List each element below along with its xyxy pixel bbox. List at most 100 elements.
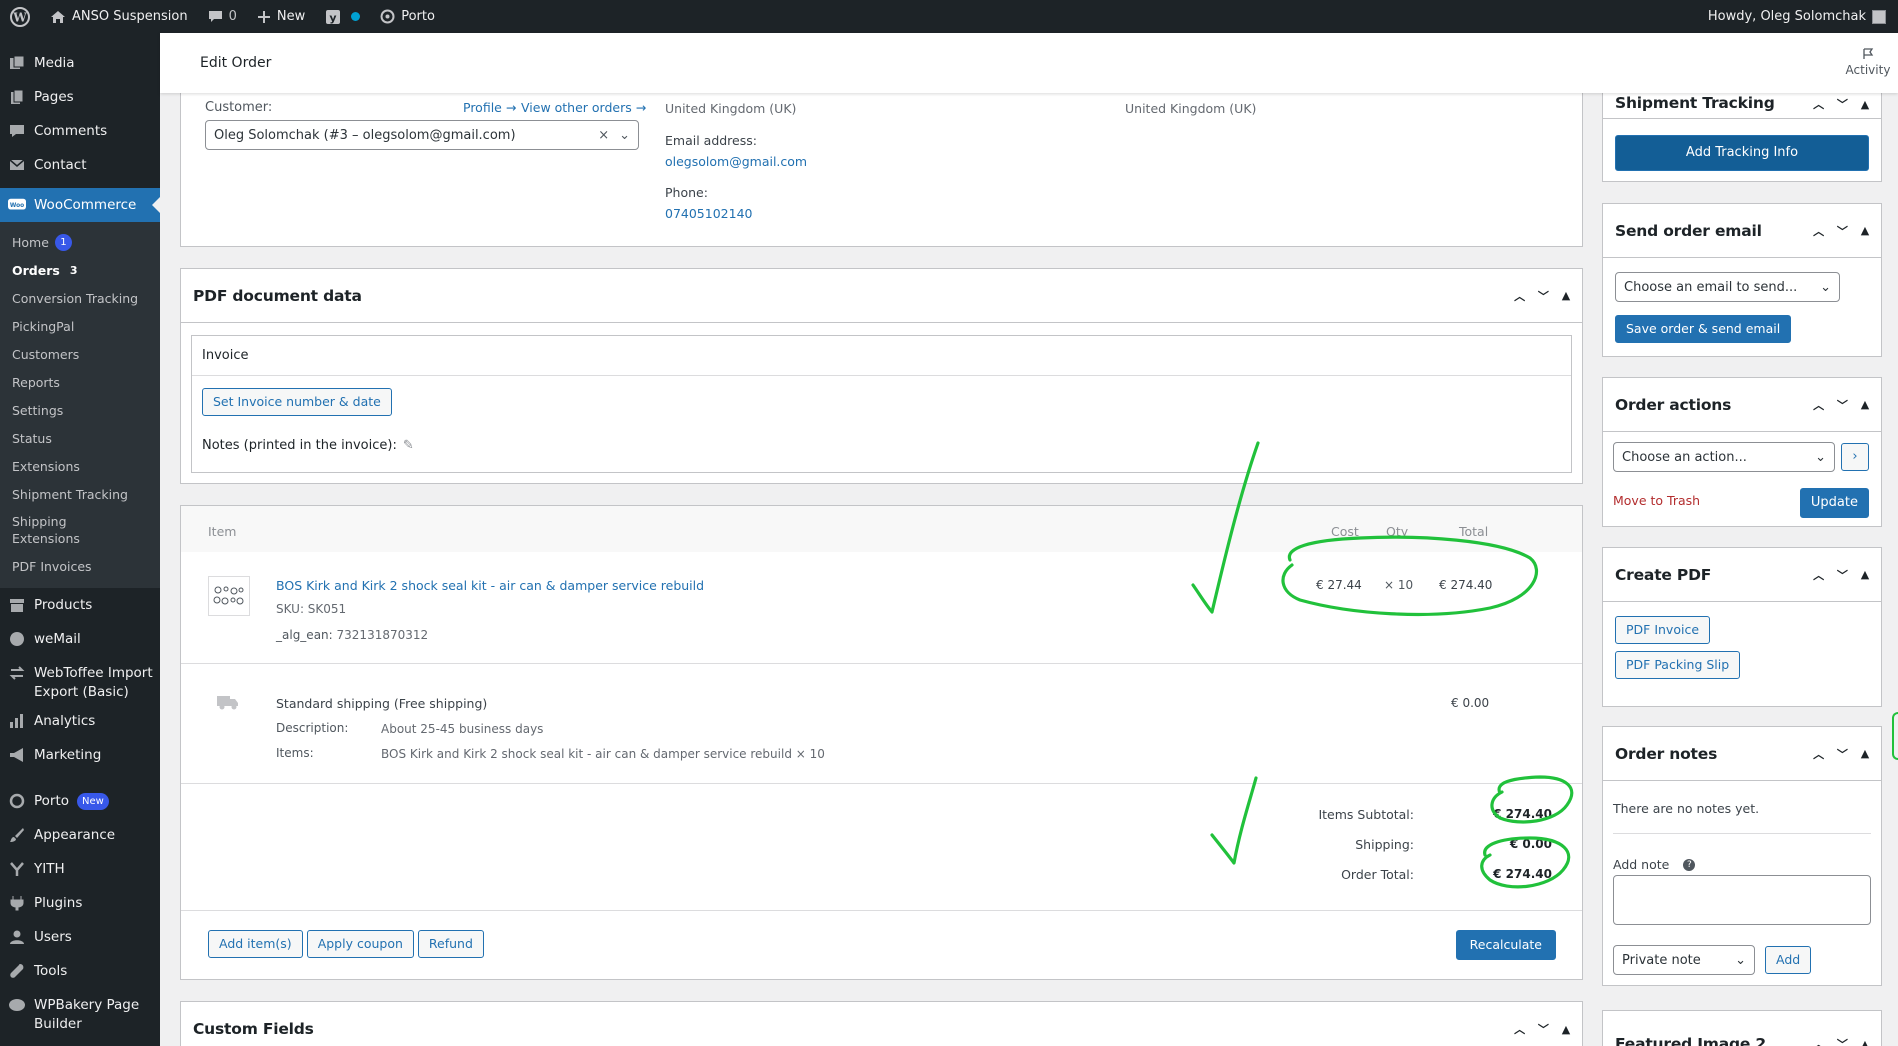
submenu-reports[interactable]: Reports <box>0 368 160 396</box>
save-send-email-button[interactable]: Save order & send email <box>1615 315 1792 343</box>
menu-appearance[interactable]: Appearance <box>0 818 160 852</box>
toggle-arrow-icon[interactable]: ▲ <box>1861 224 1869 237</box>
toggle-arrow-icon[interactable]: ▲ <box>1861 398 1869 411</box>
envelope-icon <box>8 156 26 174</box>
help-icon[interactable]: ? <box>1683 858 1696 871</box>
menu-users[interactable]: Users <box>0 920 160 954</box>
submenu-settings[interactable]: Settings <box>0 396 160 424</box>
submenu-orders[interactable]: Orders 3 <box>0 256 160 284</box>
toggle-arrow-icon[interactable]: ▲ <box>1861 568 1869 581</box>
menu-woocommerce[interactable]: Woo WooCommerce <box>0 188 160 222</box>
submenu-shipping-extensions[interactable]: Shipping Extensions <box>0 508 160 552</box>
submenu-pickingpal[interactable]: PickingPal <box>0 312 160 340</box>
chevron-down-icon[interactable]: ﹀ <box>1837 746 1848 762</box>
chevron-up-icon[interactable]: ︿ <box>1813 223 1824 239</box>
submenu-label: Settings <box>12 402 64 418</box>
menu-marketing[interactable]: Marketing <box>0 738 160 772</box>
menu-webtoffee[interactable]: WebToffee Import Export (Basic) <box>0 656 160 704</box>
chevron-up-icon[interactable]: ︿ <box>1514 1021 1525 1037</box>
account-menu[interactable]: Howdy, Oleg Solomchak <box>1698 0 1898 33</box>
postbox-title: Send order email <box>1615 221 1762 240</box>
customer-select[interactable]: Oleg Solomchak (#3 – olegsolom@gmail.com… <box>205 120 639 150</box>
email-select[interactable]: Choose an email to send... ⌄ <box>1615 272 1840 302</box>
view-other-orders-link[interactable]: View other orders → <box>521 100 646 115</box>
pencil-icon[interactable]: ✎ <box>403 438 414 453</box>
chevron-up-icon[interactable]: ︿ <box>1813 746 1824 762</box>
move-to-trash-link[interactable]: Move to Trash <box>1613 493 1700 508</box>
new-content-link[interactable]: New <box>247 0 315 33</box>
chevron-up-icon[interactable]: ︿ <box>1813 567 1824 583</box>
menu-products[interactable]: Products <box>0 588 160 622</box>
note-type-select[interactable]: Private note ⌄ <box>1613 945 1755 975</box>
email-link[interactable]: olegsolom@gmail.com <box>665 154 807 169</box>
chevron-up-icon[interactable]: ︿ <box>1813 96 1824 112</box>
wp-logo-button[interactable]: W <box>0 0 40 33</box>
submenu-status[interactable]: Status <box>0 424 160 452</box>
yoast-link[interactable]: y <box>315 0 370 33</box>
toggle-arrow-icon[interactable]: ▲ <box>1861 98 1869 111</box>
set-invoice-number-button[interactable]: Set Invoice number & date <box>202 388 392 416</box>
comments-link[interactable]: 0 <box>198 0 247 33</box>
menu-tools[interactable]: Tools <box>0 954 160 988</box>
menu-comments[interactable]: Comments <box>0 114 160 148</box>
clear-icon[interactable]: × <box>598 128 609 143</box>
chevron-down-icon[interactable]: ﹀ <box>1837 567 1848 583</box>
column-total: Total <box>1459 524 1489 539</box>
chevron-down-icon[interactable]: ﹀ <box>1837 96 1848 112</box>
menu-media[interactable]: Media <box>0 46 160 80</box>
svg-text:Woo: Woo <box>10 203 24 209</box>
recalculate-button[interactable]: Recalculate <box>1455 930 1556 960</box>
apply-action-button[interactable]: › <box>1841 443 1869 471</box>
phone-label: Phone: <box>665 185 708 200</box>
activity-button[interactable]: Activity <box>1838 48 1898 78</box>
menu-wemail[interactable]: weMail <box>0 622 160 656</box>
submenu-extensions[interactable]: Extensions <box>0 452 160 480</box>
pages-icon <box>8 88 26 106</box>
toggle-arrow-icon[interactable]: ▲ <box>1562 289 1570 302</box>
pdf-packing-slip-button[interactable]: PDF Packing Slip <box>1615 651 1741 679</box>
submenu-pdf-invoices[interactable]: PDF Invoices <box>0 552 160 580</box>
chevron-up-icon[interactable]: ︿ <box>1813 1036 1824 1046</box>
apply-coupon-button[interactable]: Apply coupon <box>306 930 414 958</box>
chevron-down-icon[interactable]: ﹀ <box>1538 1021 1549 1037</box>
toggle-arrow-icon[interactable]: ▲ <box>1861 747 1869 760</box>
refund-button[interactable]: Refund <box>417 930 484 958</box>
site-name-link[interactable]: ANSO Suspension <box>40 0 198 33</box>
add-items-button[interactable]: Add item(s) <box>208 930 303 958</box>
chevron-down-icon[interactable]: ﹀ <box>1837 1036 1848 1046</box>
chevron-up-icon[interactable]: ︿ <box>1813 397 1824 413</box>
menu-yith[interactable]: YITH <box>0 852 160 886</box>
submenu-label: Status <box>12 430 52 446</box>
chevron-up-icon[interactable]: ︿ <box>1514 288 1525 304</box>
toggle-arrow-icon[interactable]: ▲ <box>1861 1038 1869 1046</box>
submenu-shipment-tracking[interactable]: Shipment Tracking <box>0 480 160 508</box>
submenu-home[interactable]: Home 1 <box>0 228 160 256</box>
phone-link[interactable]: 07405102140 <box>665 206 752 221</box>
chevron-down-icon[interactable]: ﹀ <box>1538 288 1549 304</box>
menu-contact[interactable]: Contact <box>0 148 160 182</box>
submenu-customers[interactable]: Customers <box>0 340 160 368</box>
product-link[interactable]: BOS Kirk and Kirk 2 shock seal kit - air… <box>276 578 704 593</box>
menu-analytics[interactable]: Analytics <box>0 704 160 738</box>
submenu-conversion-tracking[interactable]: Conversion Tracking <box>0 284 160 312</box>
menu-plugins[interactable]: Plugins <box>0 886 160 920</box>
page-scrollbar[interactable] <box>1886 33 1898 1046</box>
menu-porto[interactable]: Porto New <box>0 784 160 818</box>
order-action-select[interactable]: Choose an action... ⌄ <box>1613 442 1835 472</box>
chevron-down-icon[interactable]: ﹀ <box>1837 397 1848 413</box>
porto-link[interactable]: Porto <box>370 0 445 33</box>
ean-value: 732131870312 <box>336 628 429 642</box>
note-textarea[interactable] <box>1613 875 1871 925</box>
invoice-panel: Invoice Set Invoice number & date Notes … <box>191 335 1572 473</box>
submenu-label: Shipment Tracking <box>12 486 128 502</box>
menu-wpbakery[interactable]: WPBakery Page Builder <box>0 988 160 1036</box>
menu-pages[interactable]: Pages <box>0 80 160 114</box>
pdf-invoice-button[interactable]: PDF Invoice <box>1615 616 1711 644</box>
add-note-button[interactable]: Add <box>1765 946 1812 974</box>
add-tracking-info-button[interactable]: Add Tracking Info <box>1615 135 1869 171</box>
chevron-down-icon[interactable]: ﹀ <box>1837 223 1848 239</box>
toggle-arrow-icon[interactable]: ▲ <box>1562 1023 1570 1036</box>
submenu-label: Orders <box>12 262 60 278</box>
profile-link[interactable]: Profile → <box>463 100 516 115</box>
update-button[interactable]: Update <box>1799 488 1869 518</box>
